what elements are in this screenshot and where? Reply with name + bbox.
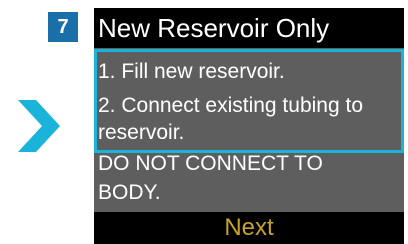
device-instruction-view: 7 New Reservoir Only 1. Fill new reservo… [0, 0, 408, 244]
step-number-badge: 7 [48, 12, 78, 42]
next-button[interactable]: Next [94, 212, 404, 244]
screen-title: New Reservoir Only [94, 8, 404, 48]
chevron-right-icon [18, 100, 60, 152]
instruction-line-2: 2. Connect existing tubing to [98, 94, 364, 117]
instruction-line-1: 1. Fill new reservoir. [98, 60, 285, 83]
warning-line-1: DO NOT CONNECT TO [98, 152, 323, 175]
warning-line-2: BODY. [98, 181, 161, 204]
pump-screen: New Reservoir Only 1. Fill new reservoir… [94, 8, 404, 244]
instruction-line-3: reservoir. [98, 121, 185, 144]
